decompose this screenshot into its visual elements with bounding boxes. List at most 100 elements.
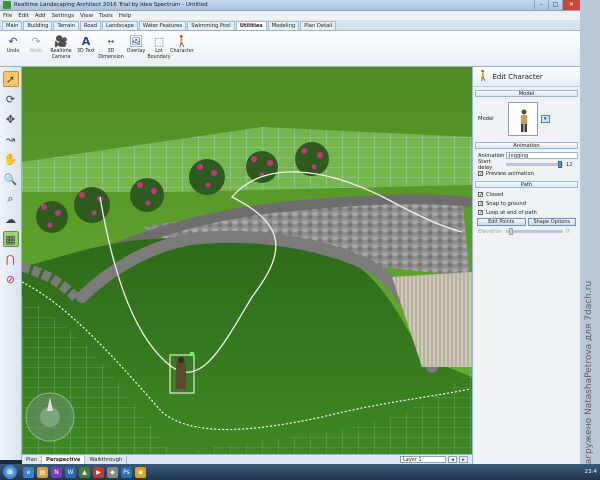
- snap-row[interactable]: ✓ Snap to ground: [473, 199, 580, 208]
- redo-icon: ↷: [31, 35, 41, 48]
- lot-boundary-button[interactable]: ⬚ Lot Boundary: [147, 31, 170, 60]
- tab-utilities[interactable]: Utilities: [235, 21, 267, 30]
- folder-icon[interactable]: ▤: [37, 466, 48, 478]
- start-button-icon[interactable]: ⊞: [3, 465, 17, 479]
- tab-plan-detail[interactable]: Plan Detail: [300, 21, 337, 30]
- landscaping-app-icon[interactable]: ▲: [79, 466, 90, 478]
- menu-tools[interactable]: Tools: [96, 13, 116, 19]
- start-delay-row: Start delay 12: [473, 159, 580, 171]
- layer-next-button[interactable]: ▸: [459, 456, 468, 463]
- closed-row[interactable]: ✓ Closed: [473, 190, 580, 199]
- person-icon: [520, 109, 527, 132]
- tab-road[interactable]: Road: [80, 21, 102, 30]
- elevation-slider[interactable]: [506, 228, 563, 235]
- taskbar-clock: 23:4: [584, 469, 597, 475]
- zoom-in-icon[interactable]: 🔍: [3, 171, 19, 187]
- orbit-icon[interactable]: ☁: [3, 211, 19, 227]
- menu-settings[interactable]: Settings: [49, 13, 78, 19]
- loop-row[interactable]: ✓ Loop at end of path: [473, 208, 580, 217]
- tab-water-features[interactable]: Water Features: [138, 21, 187, 30]
- menu-help[interactable]: Help: [116, 13, 135, 19]
- 3d-text-button[interactable]: A 3D Text: [75, 31, 97, 55]
- navigation-compass-icon[interactable]: [25, 392, 75, 442]
- menu-add[interactable]: Add: [32, 13, 49, 19]
- maximize-button[interactable]: □: [548, 0, 562, 10]
- media-icon[interactable]: ▶: [93, 466, 104, 478]
- model-section-header[interactable]: Model: [475, 90, 578, 97]
- preview-checkbox[interactable]: ✓: [478, 171, 483, 177]
- tab-plan-view[interactable]: Plan: [22, 455, 43, 464]
- undo-label: Undo: [6, 49, 20, 54]
- photoshop-icon[interactable]: Ps: [121, 466, 132, 478]
- animation-select[interactable]: Jogging: [506, 152, 578, 159]
- scene-render[interactable]: [22, 67, 472, 454]
- start-delay-slider-handle[interactable]: [558, 161, 563, 168]
- tab-landscape[interactable]: Landscape: [102, 21, 138, 30]
- redo-button[interactable]: ↷ Redo: [25, 31, 47, 55]
- perspective-viewport[interactable]: [22, 67, 472, 454]
- lot-boundary-icon: ⬚: [153, 35, 165, 48]
- select-arrow-icon[interactable]: ➚: [2, 71, 19, 87]
- animation-section-header[interactable]: Animation: [475, 142, 578, 149]
- menu-edit[interactable]: Edit: [15, 13, 32, 19]
- menu-view[interactable]: View: [77, 13, 96, 19]
- panel-header: 🚶 Edit Character: [473, 67, 580, 87]
- text-a-icon: A: [81, 35, 91, 48]
- loop-checkbox[interactable]: ✓: [478, 210, 483, 216]
- hand-pan-icon[interactable]: ✋: [3, 151, 19, 167]
- layer-prev-button[interactable]: ◂: [448, 456, 457, 463]
- tab-terrain[interactable]: Terrain: [53, 21, 79, 30]
- elevation-label: Elevation: [478, 228, 503, 235]
- start-delay-value: 12: [566, 161, 573, 168]
- undo-icon: ↶: [8, 35, 18, 48]
- model-picker-chevron-down-icon[interactable]: ▾: [540, 115, 550, 123]
- tab-perspective-view[interactable]: Perspective: [42, 455, 86, 464]
- 3d-dimension-button[interactable]: ↔ 3D Dimension: [98, 31, 124, 60]
- undo-button[interactable]: ↶ Undo: [2, 31, 24, 55]
- onenote-icon[interactable]: N: [51, 466, 62, 478]
- character-button[interactable]: 🚶 Character: [170, 31, 194, 55]
- tab-modeling[interactable]: Modeling: [267, 21, 300, 30]
- title-bar: Realtime Landscaping Architect 2016 Tria…: [0, 0, 580, 11]
- menu-file[interactable]: File: [0, 13, 15, 19]
- tab-main[interactable]: Main: [2, 21, 23, 30]
- menu-bar: File Edit Add Settings View Tools Help: [0, 11, 580, 20]
- snap-checkbox[interactable]: ✓: [478, 201, 483, 207]
- ribbon-tabs: Main Building Terrain Road Landscape Wat…: [0, 20, 580, 31]
- model-label: Model: [478, 116, 494, 122]
- grid-toggle-icon[interactable]: ▦: [2, 231, 19, 247]
- zoom-window-icon[interactable]: ⌕: [3, 191, 19, 207]
- layer-control: Layer 1 ◂ ▸: [400, 456, 468, 463]
- curve-tool-icon[interactable]: ↝: [3, 131, 19, 147]
- explorer-icon[interactable]: e: [23, 466, 34, 478]
- chrome-icon[interactable]: ◉: [135, 466, 146, 478]
- windows-taskbar: ⊞ e ▤ N W ▲ ▶ ◆ Ps ◉ 23:4: [0, 464, 600, 480]
- rotate-icon[interactable]: ⟳: [3, 91, 19, 107]
- edit-points-button[interactable]: Edit Points: [477, 218, 526, 226]
- realtime-camera-button[interactable]: 🎥 Realtime Camera: [48, 31, 74, 60]
- overlay-button[interactable]: 🖼 Overlay: [125, 31, 147, 55]
- move-icon[interactable]: ✥: [3, 111, 19, 127]
- model-thumbnail[interactable]: [507, 102, 538, 136]
- elevation-value: 0': [566, 228, 571, 235]
- close-button[interactable]: ✕: [562, 0, 580, 10]
- edit-character-panel: 🚶 Edit Character Model Model ▾ Animation…: [472, 67, 580, 464]
- closed-checkbox[interactable]: ✓: [478, 192, 483, 198]
- redo-label: Redo: [29, 49, 43, 54]
- left-toolbar: ➚ ⟳ ✥ ↝ ✋ 🔍 ⌕ ☁ ▦ ⋂ ⊘: [0, 67, 22, 460]
- tab-swimming-pool[interactable]: Swimming Pool: [187, 21, 235, 30]
- tool-app-icon[interactable]: ◆: [107, 466, 118, 478]
- path-section-header[interactable]: Path: [475, 181, 578, 188]
- elevation-slider-handle[interactable]: [508, 228, 513, 235]
- magnet-snap-icon[interactable]: ⋂: [3, 251, 19, 267]
- tab-walkthrough-view[interactable]: Walkthrough: [85, 455, 128, 464]
- layer-select[interactable]: Layer 1: [400, 456, 446, 463]
- measure-icon[interactable]: ⊘: [3, 271, 19, 287]
- preview-row[interactable]: ✓ Preview animation: [473, 169, 580, 178]
- elevation-row: Elevation 0': [473, 227, 580, 236]
- word-icon[interactable]: W: [65, 466, 76, 478]
- shape-options-button[interactable]: Shape Options: [527, 218, 576, 226]
- minimize-button[interactable]: –: [534, 0, 548, 10]
- tab-building[interactable]: Building: [23, 21, 53, 30]
- start-delay-slider[interactable]: [506, 161, 563, 168]
